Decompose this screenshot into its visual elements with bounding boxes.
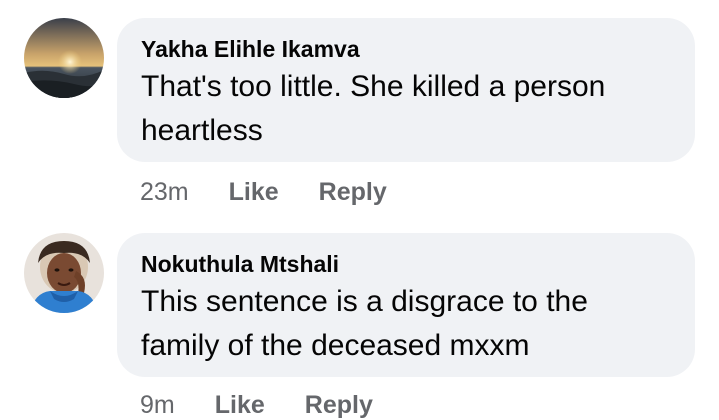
comment-actions: 23m Like Reply: [140, 177, 427, 207]
like-button[interactable]: Like: [229, 178, 279, 207]
comment-bubble: Yakha Elihle Ikamva That's too little. S…: [117, 18, 695, 162]
comment-text-line: heartless: [141, 114, 263, 147]
comment-timestamp[interactable]: 23m: [140, 178, 189, 207]
like-button[interactable]: Like: [215, 391, 265, 420]
avatar[interactable]: [24, 233, 104, 313]
sunset-photo-avatar-icon: [24, 18, 104, 98]
comment-timestamp[interactable]: 9m: [140, 391, 175, 420]
comment-text-line: That's too little. She killed a person: [141, 70, 606, 103]
comment-author[interactable]: Yakha Elihle Ikamva: [141, 34, 671, 64]
reply-button[interactable]: Reply: [319, 178, 387, 207]
reply-button[interactable]: Reply: [305, 391, 373, 420]
comment-bubble: Nokuthula Mtshali This sentence is a dis…: [117, 233, 695, 377]
comment-text-line: family of the deceased mxxm: [141, 329, 530, 362]
avatar[interactable]: [24, 18, 104, 98]
comment-author[interactable]: Nokuthula Mtshali: [141, 249, 671, 279]
woman-portrait-avatar-icon: [24, 233, 104, 313]
comment-text-line: This sentence is a disgrace to the: [141, 285, 588, 318]
